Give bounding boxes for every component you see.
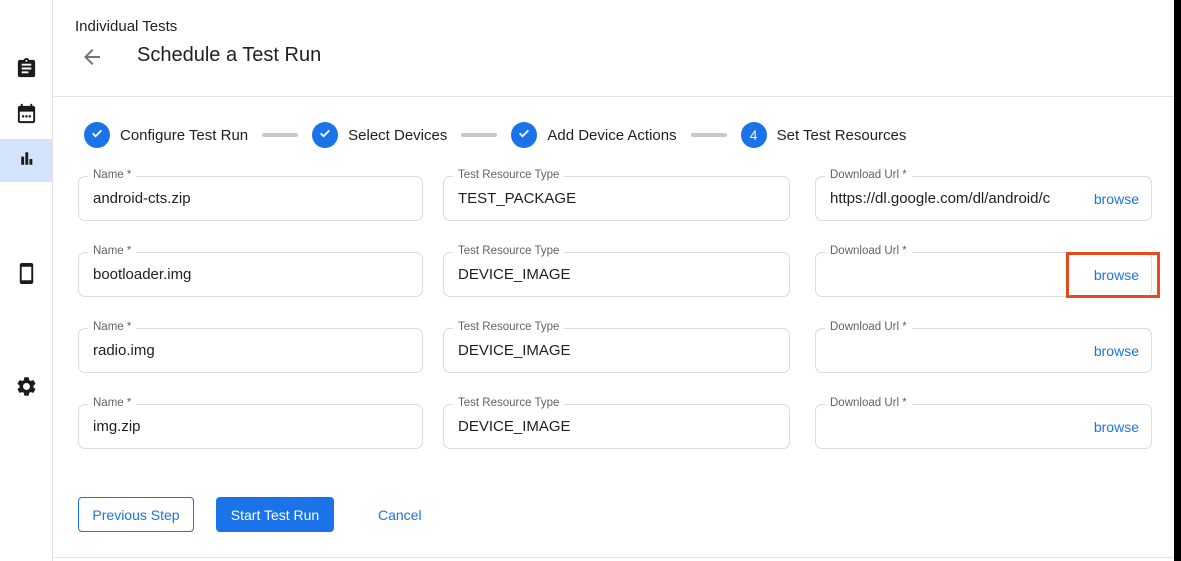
stepper: Configure Test Run Select Devices Add De… — [84, 121, 906, 149]
check-icon — [517, 126, 531, 145]
resource-type-field[interactable]: Test Resource Type TEST_PACKAGE — [443, 176, 790, 221]
name-field-label: Name * — [88, 397, 136, 409]
bottom-divider — [53, 557, 1174, 558]
name-field-value: android-cts.zip — [79, 177, 422, 220]
name-field-value: bootloader.img — [79, 253, 422, 296]
stepper-connector — [691, 133, 727, 137]
resource-type-field-value: DEVICE_IMAGE — [444, 329, 789, 372]
resource-type-field[interactable]: Test Resource Type DEVICE_IMAGE — [443, 328, 790, 373]
resource-type-field-value: DEVICE_IMAGE — [444, 253, 789, 296]
sidebar-item-settings[interactable] — [0, 367, 52, 410]
back-arrow-icon — [80, 56, 104, 73]
smartphone-icon — [15, 262, 38, 290]
resource-row: Name * android-cts.zip Test Resource Typ… — [78, 176, 1152, 221]
calendar-icon — [15, 102, 38, 130]
back-button[interactable] — [80, 45, 106, 69]
check-icon — [318, 126, 332, 145]
name-field[interactable]: Name * radio.img — [78, 328, 423, 373]
step-label: Configure Test Run — [120, 127, 248, 144]
name-field[interactable]: Name * img.zip — [78, 404, 423, 449]
step-set-test-resources[interactable]: 4 Set Test Resources — [741, 122, 907, 148]
breadcrumb: Individual Tests — [75, 18, 177, 35]
browse-link[interactable]: browse — [1094, 253, 1139, 297]
step-label: Add Device Actions — [547, 127, 676, 144]
name-field-label: Name * — [88, 245, 136, 257]
resource-type-field-label: Test Resource Type — [453, 169, 564, 181]
start-test-run-button[interactable]: Start Test Run — [216, 497, 334, 532]
download-url-field[interactable]: Download Url * browse — [815, 328, 1152, 373]
step-configure-test-run[interactable]: Configure Test Run — [84, 122, 248, 148]
download-url-field-label: Download Url * — [825, 397, 912, 409]
download-url-field[interactable]: Download Url * browse — [815, 404, 1152, 449]
download-url-field-label: Download Url * — [825, 169, 912, 181]
previous-step-button[interactable]: Previous Step — [78, 497, 194, 532]
test-resources-form: Name * android-cts.zip Test Resource Typ… — [78, 176, 1152, 480]
stepper-connector — [262, 133, 298, 137]
name-field-value: img.zip — [79, 405, 422, 448]
download-url-field[interactable]: Download Url * https://dl.google.com/dl/… — [815, 176, 1152, 221]
sidebar-item-test-plans[interactable] — [0, 94, 52, 137]
step-complete-badge — [511, 122, 537, 148]
sidebar-item-tests[interactable] — [0, 49, 52, 92]
resource-type-field[interactable]: Test Resource Type DEVICE_IMAGE — [443, 404, 790, 449]
name-field-value: radio.img — [79, 329, 422, 372]
resource-type-field-value: DEVICE_IMAGE — [444, 405, 789, 448]
name-field-label: Name * — [88, 169, 136, 181]
step-label: Set Test Resources — [777, 127, 907, 144]
form-actions: Previous Step Start Test Run Cancel — [78, 497, 430, 532]
sidebar-item-devices[interactable] — [0, 254, 52, 297]
step-number-badge: 4 — [741, 122, 767, 148]
resource-type-field[interactable]: Test Resource Type DEVICE_IMAGE — [443, 252, 790, 297]
page-title: Schedule a Test Run — [137, 44, 321, 67]
resource-type-field-label: Test Resource Type — [453, 245, 564, 257]
page-header: Individual Tests Schedule a Test Run — [53, 0, 1174, 97]
resource-type-field-label: Test Resource Type — [453, 397, 564, 409]
download-url-field[interactable]: Download Url * browse — [815, 252, 1152, 297]
download-url-field-label: Download Url * — [825, 321, 912, 333]
check-icon — [90, 126, 104, 145]
gear-icon — [15, 375, 38, 403]
resource-type-field-label: Test Resource Type — [453, 321, 564, 333]
step-number: 4 — [750, 128, 758, 143]
step-select-devices[interactable]: Select Devices — [312, 122, 447, 148]
step-label: Select Devices — [348, 127, 447, 144]
name-field[interactable]: Name * android-cts.zip — [78, 176, 423, 221]
sidebar — [0, 0, 53, 561]
download-url-field-label: Download Url * — [825, 245, 912, 257]
right-edge-strip — [1174, 0, 1181, 561]
browse-link[interactable]: browse — [1094, 329, 1139, 373]
step-complete-badge — [84, 122, 110, 148]
sidebar-item-test-results[interactable] — [0, 139, 52, 182]
name-field-label: Name * — [88, 321, 136, 333]
resource-type-field-value: TEST_PACKAGE — [444, 177, 789, 220]
step-add-device-actions[interactable]: Add Device Actions — [511, 122, 676, 148]
step-complete-badge — [312, 122, 338, 148]
stepper-connector — [461, 133, 497, 137]
bar-chart-icon — [15, 147, 38, 175]
browse-link[interactable]: browse — [1094, 177, 1139, 221]
resource-row: Name * img.zip Test Resource Type DEVICE… — [78, 404, 1152, 449]
cancel-button[interactable]: Cancel — [370, 497, 430, 532]
clipboard-icon — [15, 57, 38, 85]
browse-link[interactable]: browse — [1094, 405, 1139, 449]
resource-row: Name * bootloader.img Test Resource Type… — [78, 252, 1152, 297]
name-field[interactable]: Name * bootloader.img — [78, 252, 423, 297]
resource-row: Name * radio.img Test Resource Type DEVI… — [78, 328, 1152, 373]
